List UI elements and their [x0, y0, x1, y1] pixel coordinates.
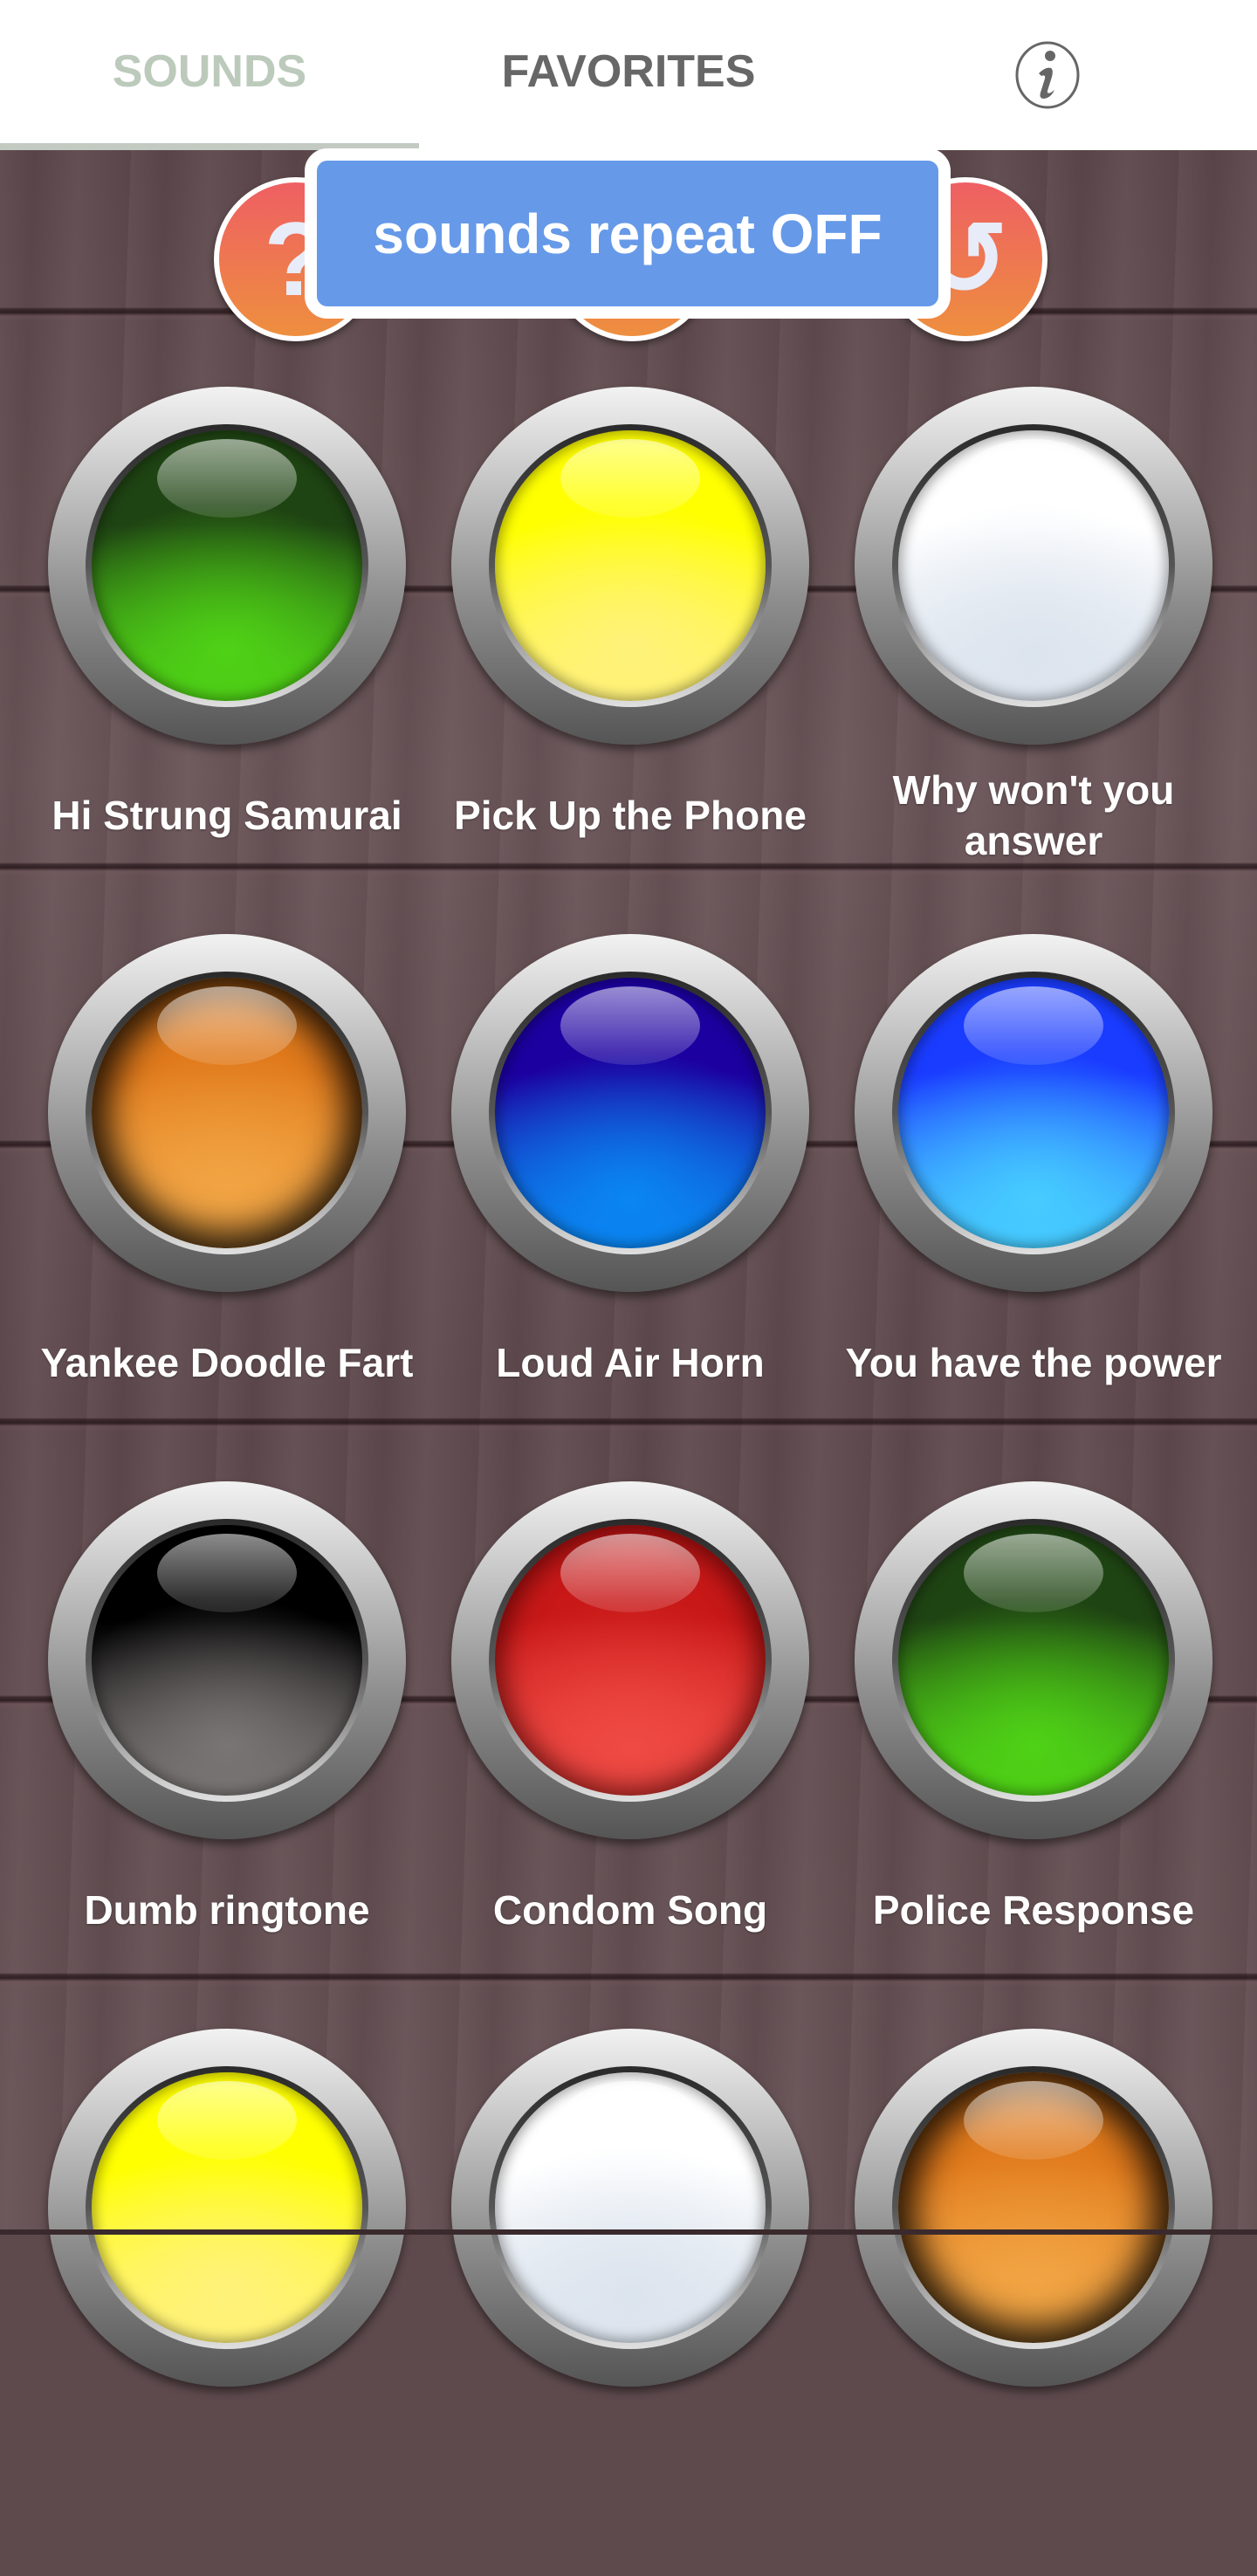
glass-highlight: [964, 986, 1103, 1065]
glass-highlight: [157, 986, 297, 1065]
button-glass: [495, 430, 766, 701]
button-glass: [92, 978, 362, 1248]
sound-label: Yankee Doodle Fart: [40, 1340, 414, 1385]
sound-label: Pick Up the Phone: [454, 793, 807, 838]
tab-favorites[interactable]: FAVORITES: [419, 0, 838, 143]
button-glass: [495, 2072, 766, 2343]
button-glass: [92, 1525, 362, 1796]
top-tab-bar: SOUNDS FAVORITES: [0, 0, 1257, 150]
button-glass: [898, 1525, 1169, 1796]
button-glass: [92, 2072, 362, 2343]
bottom-edge: [0, 2229, 1257, 2235]
glass-highlight: [560, 439, 700, 518]
sound-button-yellow[interactable]: [48, 2029, 406, 2387]
toast-notification: sounds repeat OFF: [305, 148, 951, 319]
sound-button-dark-blue[interactable]: [451, 934, 809, 1292]
tab-sounds[interactable]: SOUNDS: [0, 0, 419, 143]
button-glass: [898, 978, 1169, 1248]
sound-button-cell: [22, 2029, 432, 2576]
sound-button-cell: Dumb ringtone: [22, 1481, 432, 2029]
sound-button-cell: You have the power: [828, 934, 1239, 1481]
sound-button-cell: Police Response: [828, 1481, 1239, 2029]
glass-highlight: [157, 1534, 297, 1612]
button-glass: [495, 978, 766, 1248]
glass-highlight: [157, 439, 297, 518]
sound-label: Hi Strung Samurai: [52, 793, 402, 838]
sound-label: Why won't you answer: [892, 767, 1175, 863]
sound-button-cell: Pick Up the Phone: [425, 387, 835, 934]
info-button[interactable]: [1013, 40, 1082, 110]
button-glass: [495, 1525, 766, 1796]
sound-button-cell: Yankee Doodle Fart: [22, 934, 432, 1481]
sound-button-cell: Condom Song: [425, 1481, 835, 2029]
button-glass: [92, 430, 362, 701]
sound-button-yellow[interactable]: [451, 387, 809, 745]
info-icon: [1015, 41, 1080, 109]
toast-text: sounds repeat OFF: [373, 202, 883, 265]
sound-button-green[interactable]: [48, 387, 406, 745]
sound-button-black[interactable]: [48, 1481, 406, 1839]
glass-highlight: [964, 2081, 1103, 2160]
button-glass: [898, 2072, 1169, 2343]
glass-highlight: [157, 2081, 297, 2160]
sound-button-light-blue[interactable]: [855, 934, 1212, 1292]
sound-button-orange[interactable]: [48, 934, 406, 1292]
sound-button-cell: [828, 2029, 1239, 2576]
sound-button-white[interactable]: [855, 387, 1212, 745]
sound-button-cell: Hi Strung Samurai: [22, 387, 432, 934]
sound-button-green[interactable]: [855, 1481, 1212, 1839]
sound-label: You have the power: [845, 1340, 1222, 1385]
sound-button-white[interactable]: [451, 2029, 809, 2387]
sound-button-cell: Why won't you answer: [828, 387, 1239, 934]
sound-label: Police Response: [872, 1887, 1195, 1933]
sound-label: Dumb ringtone: [84, 1887, 370, 1933]
sound-button-cell: Loud Air Horn: [425, 934, 835, 1481]
sound-button-red[interactable]: [451, 1481, 809, 1839]
sound-button-orange[interactable]: [855, 2029, 1212, 2387]
glass-highlight: [964, 439, 1103, 518]
sound-button-cell: [425, 2029, 835, 2576]
glass-highlight: [964, 1534, 1103, 1612]
glass-highlight: [560, 2081, 700, 2160]
glass-highlight: [560, 986, 700, 1065]
button-glass: [898, 430, 1169, 701]
sound-label: Condom Song: [492, 1887, 768, 1933]
glass-highlight: [560, 1534, 700, 1612]
sound-label: Loud Air Horn: [496, 1340, 765, 1385]
